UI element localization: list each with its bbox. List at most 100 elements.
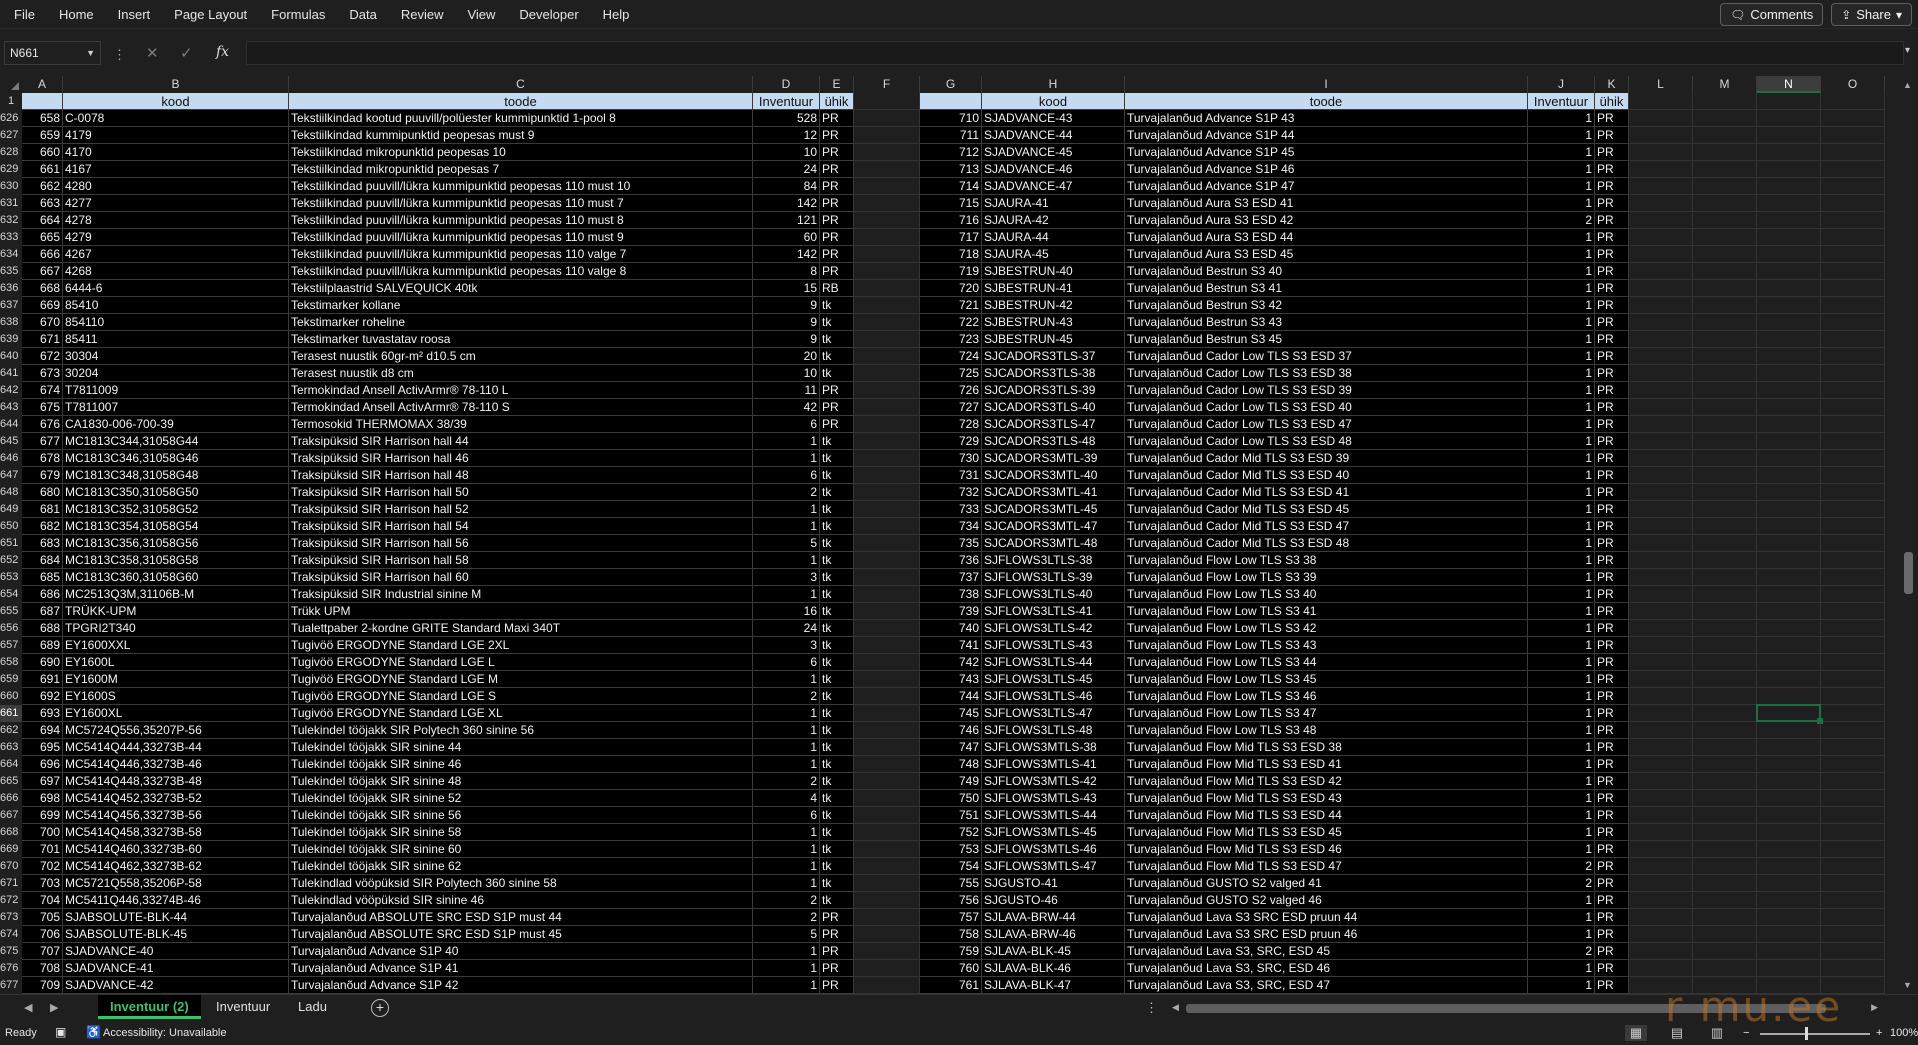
empty-cell[interactable] (854, 960, 920, 977)
table-cell[interactable]: tk (820, 790, 854, 807)
empty-cell[interactable] (1629, 552, 1693, 569)
row-number[interactable]: 668 (0, 824, 22, 841)
table-cell[interactable]: PR (1595, 331, 1629, 348)
empty-cell[interactable] (1693, 501, 1757, 518)
tab-prev-icon[interactable]: ◀ (24, 1001, 32, 1014)
table-cell[interactable]: 660 (22, 144, 63, 161)
table-cell[interactable]: 1 (1528, 161, 1595, 178)
column-header-i[interactable]: I (1125, 76, 1528, 93)
table-cell[interactable]: 667 (22, 263, 63, 280)
empty-cell[interactable] (1693, 841, 1757, 858)
header-cell[interactable] (22, 93, 63, 110)
table-cell[interactable]: Tekstiilkindad puuvill/lükra kummipunkti… (289, 195, 753, 212)
empty-cell[interactable] (1693, 297, 1757, 314)
empty-cell[interactable] (1757, 552, 1821, 569)
table-cell[interactable]: PR (1595, 756, 1629, 773)
table-cell[interactable]: 748 (920, 756, 982, 773)
empty-cell[interactable] (854, 824, 920, 841)
header-cell[interactable]: toode (289, 93, 753, 110)
table-cell[interactable]: SJCADORS3TLS-37 (982, 348, 1125, 365)
table-cell[interactable]: SJABSOLUTE-BLK-44 (63, 909, 289, 926)
table-cell[interactable]: PR (1595, 790, 1629, 807)
table-cell[interactable]: 1 (753, 586, 820, 603)
sheet-tab-inventuur-2[interactable]: Inventuur (2) (98, 995, 201, 1019)
table-cell[interactable]: 741 (920, 637, 982, 654)
table-cell[interactable]: 710 (920, 110, 982, 127)
empty-cell[interactable] (1821, 892, 1885, 909)
table-cell[interactable]: tk (820, 518, 854, 535)
menu-file[interactable]: File (0, 0, 47, 29)
empty-cell[interactable] (854, 722, 920, 739)
table-cell[interactable]: SJBESTRUN-40 (982, 263, 1125, 280)
empty-cell[interactable] (1629, 365, 1693, 382)
row-number[interactable]: 637 (0, 297, 22, 314)
table-cell[interactable]: Turvajalanõud Bestrun S3 40 (1125, 263, 1528, 280)
table-cell[interactable]: Traksipüksid SIR Harrison hall 52 (289, 501, 753, 518)
column-header-f[interactable]: F (854, 76, 920, 93)
table-cell[interactable]: PR (1595, 841, 1629, 858)
table-cell[interactable]: 735 (920, 535, 982, 552)
empty-cell[interactable] (1757, 280, 1821, 297)
table-cell[interactable]: EY1600M (63, 671, 289, 688)
table-cell[interactable]: 759 (920, 943, 982, 960)
column-header-l[interactable]: L (1629, 76, 1693, 93)
table-cell[interactable]: Turvajalanõud Flow Low TLS S3 48 (1125, 722, 1528, 739)
column-header-j[interactable]: J (1528, 76, 1595, 93)
table-cell[interactable]: 5 (753, 926, 820, 943)
table-cell[interactable]: 684 (22, 552, 63, 569)
table-cell[interactable]: 724 (920, 348, 982, 365)
cell-area[interactable]: 1 kood toode Inventuur ühik kood toode Inventuu… (0, 93, 1898, 994)
menu-page-layout[interactable]: Page Layout (162, 0, 259, 29)
table-cell[interactable]: 695 (22, 739, 63, 756)
table-cell[interactable]: SJGUSTO-46 (982, 892, 1125, 909)
table-cell[interactable]: 681 (22, 501, 63, 518)
table-cell[interactable]: Turvajalanõud Aura S3 ESD 41 (1125, 195, 1528, 212)
table-cell[interactable]: Turvajalanõud Flow Mid TLS S3 ESD 42 (1125, 773, 1528, 790)
sheet-stats-icon[interactable]: ▣ (55, 1025, 66, 1039)
table-cell[interactable]: 694 (22, 722, 63, 739)
table-cell[interactable]: PR (1595, 926, 1629, 943)
table-cell[interactable]: Turvajalanõud Cador Low TLS S3 ESD 40 (1125, 399, 1528, 416)
empty-cell[interactable] (1757, 807, 1821, 824)
empty-cell[interactable] (1821, 178, 1885, 195)
empty-cell[interactable] (1629, 569, 1693, 586)
table-cell[interactable]: 661 (22, 161, 63, 178)
table-cell[interactable]: PR (1595, 501, 1629, 518)
empty-cell[interactable] (854, 297, 920, 314)
empty-cell[interactable] (1693, 416, 1757, 433)
table-cell[interactable]: 1 (1528, 280, 1595, 297)
table-cell[interactable]: 692 (22, 688, 63, 705)
empty-cell[interactable] (1757, 484, 1821, 501)
table-cell[interactable]: Turvajalanõud Advance S1P 47 (1125, 178, 1528, 195)
table-cell[interactable]: PR (820, 195, 854, 212)
table-cell[interactable]: 84 (753, 178, 820, 195)
scroll-left-icon[interactable]: ◀ (1172, 1002, 1179, 1013)
empty-cell[interactable] (1629, 433, 1693, 450)
table-cell[interactable]: 1 (753, 705, 820, 722)
table-cell[interactable]: 706 (22, 926, 63, 943)
table-cell[interactable]: SJLAVA-BLK-45 (982, 943, 1125, 960)
table-cell[interactable]: SJLAVA-BRW-44 (982, 909, 1125, 926)
table-cell[interactable]: tk (820, 365, 854, 382)
table-cell[interactable]: TPGRI2T340 (63, 620, 289, 637)
tab-next-icon[interactable]: ▶ (50, 1001, 58, 1014)
table-cell[interactable]: PR (1595, 909, 1629, 926)
table-cell[interactable]: Traksipüksid SIR Harrison hall 50 (289, 484, 753, 501)
row-number[interactable]: 635 (0, 263, 22, 280)
table-cell[interactable]: Tekstiilkindad puuvill/lükra kummipunkti… (289, 229, 753, 246)
table-cell[interactable]: SJFLOWS3MTLS-44 (982, 807, 1125, 824)
table-cell[interactable]: PR (1595, 773, 1629, 790)
column-header-g[interactable]: G (920, 76, 982, 93)
empty-cell[interactable] (1693, 773, 1757, 790)
empty-cell[interactable] (1757, 297, 1821, 314)
menu-view[interactable]: View (455, 0, 507, 29)
table-cell[interactable]: PR (1595, 960, 1629, 977)
empty-cell[interactable] (1693, 552, 1757, 569)
empty-cell[interactable] (1693, 875, 1757, 892)
table-cell[interactable]: tk (820, 858, 854, 875)
table-cell[interactable]: SJAURA-45 (982, 246, 1125, 263)
row-number[interactable]: 673 (0, 909, 22, 926)
table-cell[interactable]: 668 (22, 280, 63, 297)
table-cell[interactable]: Tualettpaber 2-kordne GRITE Standard Max… (289, 620, 753, 637)
table-cell[interactable]: 1 (1528, 790, 1595, 807)
